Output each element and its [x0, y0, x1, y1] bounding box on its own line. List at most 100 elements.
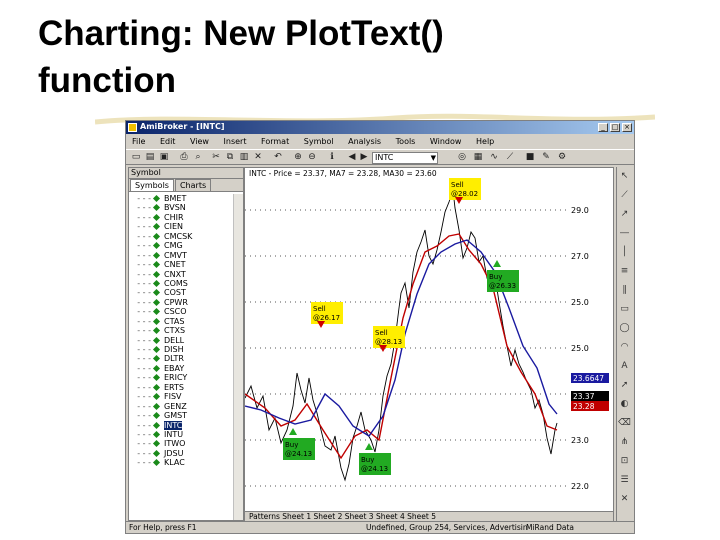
symbol-list-item[interactable]: - - - CHIR	[129, 213, 229, 222]
minimize-button[interactable]: _	[598, 123, 608, 132]
horizontal-line-icon[interactable]: ―	[617, 224, 632, 243]
symbol-list-item[interactable]: - - - FISV	[129, 392, 229, 401]
menu-edit[interactable]: Edit	[154, 135, 182, 146]
symbol-icon	[152, 421, 161, 429]
symbol-list-item[interactable]: - - - ERICY	[129, 373, 229, 382]
symbol-list-item[interactable]: - - - GMST	[129, 411, 229, 420]
tree-connector: - - -	[137, 269, 151, 279]
symbol-list-item[interactable]: - - - BVSN	[129, 203, 229, 212]
symbol-list-item[interactable]: - - - BMET	[129, 194, 229, 203]
fibonacci-icon[interactable]: ≡	[617, 262, 632, 281]
open-folder-icon[interactable]: ▤	[144, 152, 156, 163]
eraser-icon[interactable]: ⌫	[617, 414, 632, 433]
previous-symbol-icon[interactable]: ◀	[346, 152, 358, 163]
symbol-icon	[152, 223, 161, 231]
symbol-list-item[interactable]: - - - CMG	[129, 241, 229, 250]
arc-icon[interactable]: ◠	[617, 338, 632, 357]
symbol-icon	[152, 459, 161, 467]
symbol-list-item[interactable]: - - - CMVT	[129, 251, 229, 260]
chart-type-icon[interactable]: ▦	[472, 152, 484, 163]
symbol-icon	[152, 194, 161, 203]
symbol-list-item[interactable]: - - - CSCO	[129, 307, 229, 316]
symbol-list-item[interactable]: - - - CNXT	[129, 270, 229, 279]
channel-icon[interactable]: ∥	[617, 281, 632, 300]
print-icon[interactable]: ⎙	[178, 152, 190, 163]
symbol-list-item[interactable]: - - - ERTS	[129, 383, 229, 392]
vertical-line-icon[interactable]: │	[617, 243, 632, 262]
menu-analysis[interactable]: Analysis	[342, 135, 387, 146]
symbol-list-item[interactable]: - - - ITWO	[129, 439, 229, 448]
tab-charts[interactable]: Charts	[174, 179, 212, 191]
menu-view[interactable]: View	[184, 135, 215, 146]
delete-drawing-icon[interactable]: ✕	[617, 490, 632, 509]
magnet-icon[interactable]: ⋔	[617, 433, 632, 452]
symbol-list-item[interactable]: - - - CTXS	[129, 326, 229, 335]
symbol-list-item[interactable]: - - - COMS	[129, 279, 229, 288]
text-icon[interactable]: A	[617, 357, 632, 376]
price-chart[interactable]: 29.027.025.025.024.023.022.0Buy@24.13Sel…	[244, 167, 614, 512]
symbol-icon	[152, 364, 161, 372]
maximize-button[interactable]: □	[610, 123, 620, 132]
menu-insert[interactable]: Insert	[218, 135, 253, 146]
properties-icon[interactable]: ☰	[617, 471, 632, 490]
ray-icon[interactable]: ↗	[617, 205, 632, 224]
window-titlebar[interactable]: AmiBroker - [INTC] _ □ ×	[126, 121, 634, 134]
symbol-list-item[interactable]: - - - CMCSK	[129, 232, 229, 241]
symbol-list-item[interactable]: - - - GENZ	[129, 402, 229, 411]
symbol-list-item[interactable]: - - - CIEN	[129, 222, 229, 231]
symbol-name: CHIR	[164, 212, 184, 222]
symbol-combobox[interactable]: INTC ▼	[372, 152, 438, 164]
draw-line-icon[interactable]: ⟋	[504, 152, 516, 163]
arrow-icon[interactable]: ➚	[617, 376, 632, 395]
symbol-list-item[interactable]: - - - DELL	[129, 336, 229, 345]
delete-icon[interactable]: ✕	[252, 152, 264, 163]
menu-help[interactable]: Help	[470, 135, 500, 146]
symbol-list-item[interactable]: - - - CNET	[129, 260, 229, 269]
palette-icon[interactable]: ◐	[617, 395, 632, 414]
menu-window[interactable]: Window	[424, 135, 468, 146]
symbol-list-scrollbar[interactable]	[233, 194, 243, 520]
rectangle-icon[interactable]: ▭	[617, 300, 632, 319]
pen-icon[interactable]: ✎	[540, 152, 552, 163]
scan-icon[interactable]: ◎	[456, 152, 468, 163]
color-icon[interactable]: ■	[524, 152, 536, 163]
ellipse-icon[interactable]: ◯	[617, 319, 632, 338]
paste-icon[interactable]: ▥	[238, 152, 250, 163]
symbol-list-item[interactable]: - - - CPWR	[129, 298, 229, 307]
symbol-list-item[interactable]: - - - EBAY	[129, 364, 229, 373]
symbol-list-item[interactable]: - - - KLAC	[129, 458, 229, 467]
copy-icon[interactable]: ⧉	[224, 152, 236, 163]
undo-icon[interactable]: ↶	[272, 152, 284, 163]
trendline-icon[interactable]: ⟋	[617, 186, 632, 205]
tree-connector: - - -	[137, 429, 151, 439]
close-button[interactable]: ×	[622, 123, 632, 132]
symbol-list-item[interactable]: - - - COST	[129, 288, 229, 297]
symbol-name: CNXT	[164, 269, 186, 279]
cursor-icon[interactable]: ↖	[617, 167, 632, 186]
symbol-list-item[interactable]: - - - DLTR	[129, 354, 229, 363]
info-icon[interactable]: ℹ	[326, 152, 338, 163]
new-file-icon[interactable]: ▭	[130, 152, 142, 163]
zoom-in-icon[interactable]: ⊕	[292, 152, 304, 163]
settings-icon[interactable]: ⚙	[556, 152, 568, 163]
menu-tools[interactable]: Tools	[390, 135, 422, 146]
lock-icon[interactable]: ⊡	[617, 452, 632, 471]
zoom-out-icon[interactable]: ⊖	[306, 152, 318, 163]
symbol-list-item[interactable]: - - - JDSU	[129, 449, 229, 458]
cut-icon[interactable]: ✂	[210, 152, 222, 163]
indicator-icon[interactable]: ∿	[488, 152, 500, 163]
print-preview-icon[interactable]: ⌕	[192, 152, 204, 163]
symbol-list-item[interactable]: - - - CTAS	[129, 317, 229, 326]
symbol-list-item[interactable]: - - - INTC	[129, 420, 229, 430]
menu-symbol[interactable]: Symbol	[298, 135, 340, 146]
signal-label-price: @26.17	[313, 314, 340, 322]
status-help: For Help, press F1	[129, 523, 197, 532]
next-symbol-icon[interactable]: ▶	[358, 152, 370, 163]
save-icon[interactable]: ▣	[158, 152, 170, 163]
tab-symbols[interactable]: Symbols	[130, 179, 174, 191]
menu-format[interactable]: Format	[255, 135, 295, 146]
menu-file[interactable]: File	[126, 135, 151, 146]
symbol-list-item[interactable]: - - - DISH	[129, 345, 229, 354]
symbol-list-item[interactable]: - - - INTU	[129, 430, 229, 439]
symbol-icon	[152, 308, 161, 316]
